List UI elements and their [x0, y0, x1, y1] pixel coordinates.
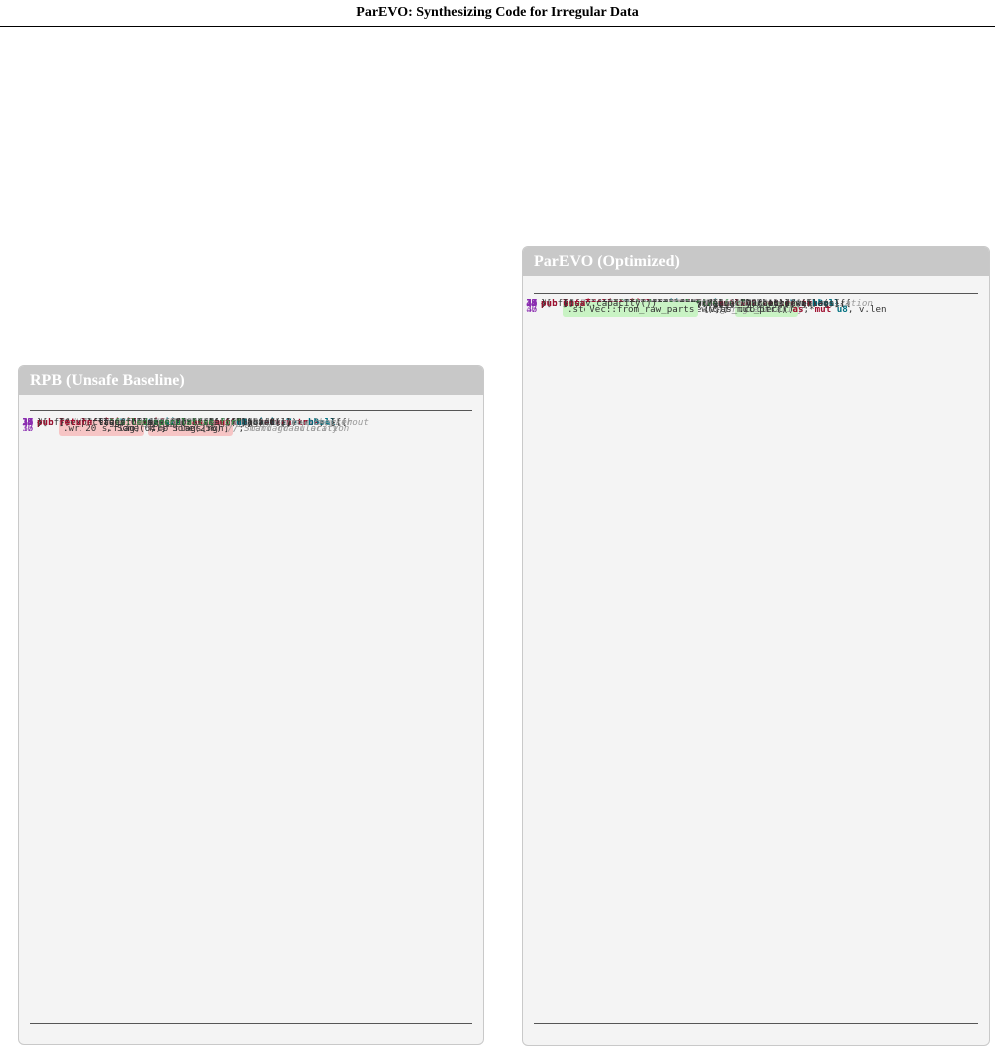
rpb-unsafe-baseline-panel: RPB (Unsafe Baseline) 1#[cfg(not(feature…: [18, 365, 484, 1045]
top-rule: [30, 410, 472, 411]
top-rule: [534, 293, 978, 294]
parevo-optimized-panel: ParEVO (Optimized) 1#[cfg(feature = "ope…: [522, 246, 990, 1046]
panel-title: RPB (Unsafe Baseline): [19, 366, 483, 395]
line-number: 38: [22, 417, 34, 428]
page-header: ParEVO: Synthesizing Code for Irregular …: [0, 0, 995, 27]
panel-title: ParEVO (Optimized): [523, 247, 989, 276]
code-text: return flags;: [59, 417, 132, 428]
code-text: (), v.capacity()): [563, 298, 658, 309]
bottom-rule: [534, 1023, 978, 1024]
line-number: 46: [526, 298, 538, 309]
paper-running-title: ParEVO: Synthesizing Code for Irregular …: [356, 5, 639, 20]
bottom-rule: [30, 1023, 472, 1024]
